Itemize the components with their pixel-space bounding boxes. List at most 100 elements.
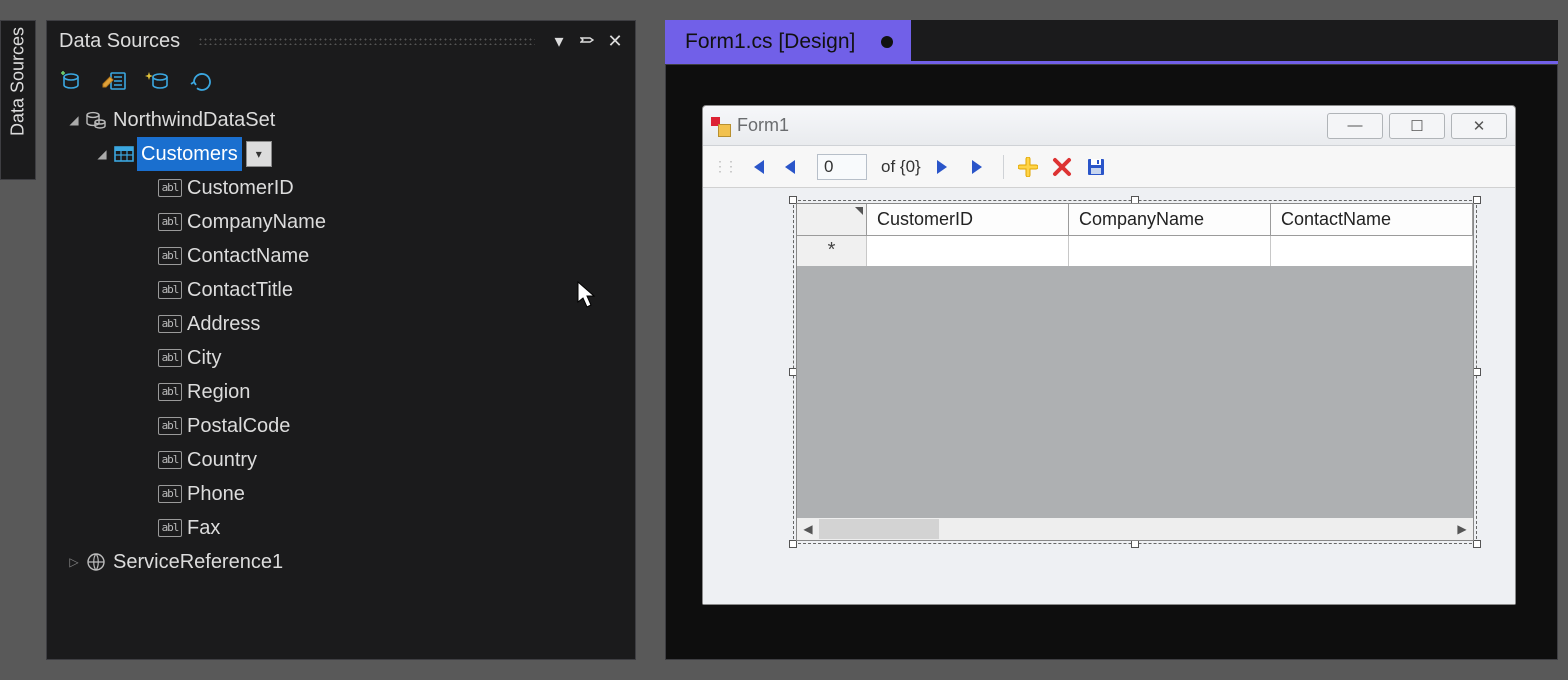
tree-label: PostalCode (183, 409, 294, 443)
move-first-button[interactable] (749, 158, 769, 176)
winform-form1[interactable]: Form1 — ☐ ✕ ⋮⋮ of {0} (702, 105, 1516, 605)
designer-surface[interactable]: Form1 — ☐ ✕ ⋮⋮ of {0} (665, 64, 1558, 660)
textfield-icon: abl (157, 417, 183, 435)
panel-toolbar (47, 61, 635, 99)
textfield-icon: abl (157, 519, 183, 537)
tree-node-column[interactable]: ablPhone (47, 477, 635, 511)
tree-node-column[interactable]: ablContactTitle (47, 273, 635, 307)
winform-client-area[interactable]: CustomerID CompanyName ContactName * (703, 188, 1515, 604)
tree-node-column[interactable]: ablContactName (47, 239, 635, 273)
winform-titlebar: Form1 — ☐ ✕ (703, 106, 1515, 146)
grid-column-header[interactable]: CustomerID (867, 204, 1069, 235)
winform-title-text: Form1 (737, 115, 789, 136)
scroll-left-icon[interactable]: ◀ (797, 522, 819, 536)
document-tab-form1-design[interactable]: Form1.cs [Design] (665, 20, 911, 64)
minimize-button[interactable]: — (1327, 113, 1383, 139)
expand-caret-icon[interactable]: ▷ (65, 545, 83, 579)
refresh-icon[interactable] (189, 69, 215, 95)
grid-column-header[interactable]: ContactName (1271, 204, 1473, 235)
tree-node-table-customers[interactable]: ◢ Customers ▾ (47, 137, 635, 171)
add-data-source-icon[interactable] (57, 69, 83, 95)
panel-pin-icon[interactable] (577, 31, 597, 52)
unsaved-indicator-icon (881, 36, 893, 48)
resize-handle-se[interactable] (1473, 540, 1481, 548)
panel-menu-dropdown-icon[interactable]: ▾ (549, 31, 569, 52)
scrollbar-track[interactable] (819, 519, 1451, 539)
count-label: of {0} (881, 157, 921, 177)
tree-label: City (183, 341, 225, 375)
configure-data-source-wizard-icon[interactable] (145, 69, 171, 95)
tree-label: CustomerID (183, 171, 298, 205)
table-icon (111, 143, 137, 165)
expand-caret-icon[interactable]: ◢ (93, 137, 111, 171)
side-tab-label: Data Sources (8, 27, 29, 136)
tree-label: Customers (137, 137, 242, 171)
service-reference-icon (83, 551, 109, 573)
tree-node-column[interactable]: ablRegion (47, 375, 635, 409)
tree-label: Fax (183, 511, 224, 545)
tree-node-service-reference[interactable]: ▷ ServiceReference1 (47, 545, 635, 579)
position-input[interactable] (817, 154, 867, 180)
tree-node-column[interactable]: ablCity (47, 341, 635, 375)
tree-label: ServiceReference1 (109, 545, 287, 579)
tree-node-column[interactable]: ablPostalCode (47, 409, 635, 443)
grid-cell[interactable] (867, 236, 1069, 266)
tree-node-dataset[interactable]: ◢ NorthwindDataSet (47, 103, 635, 137)
toolbar-separator (1003, 155, 1004, 179)
textfield-icon: abl (157, 247, 183, 265)
horizontal-scrollbar[interactable]: ◀ ▶ (797, 518, 1473, 540)
new-row-indicator-icon: * (797, 236, 867, 266)
toolbar-grip-icon[interactable]: ⋮⋮ (713, 158, 735, 175)
scrollbar-thumb[interactable] (819, 519, 939, 539)
resize-handle-s[interactable] (1131, 540, 1139, 548)
scroll-right-icon[interactable]: ▶ (1451, 522, 1473, 536)
add-new-button[interactable] (1018, 157, 1038, 177)
move-last-button[interactable] (969, 158, 989, 176)
side-tab-data-sources[interactable]: Data Sources (0, 20, 36, 180)
panel-close-icon[interactable]: ✕ (605, 31, 625, 52)
tree-label: CompanyName (183, 205, 330, 239)
tree-node-column[interactable]: ablFax (47, 511, 635, 545)
drop-type-dropdown-icon[interactable]: ▾ (246, 141, 272, 167)
move-next-button[interactable] (935, 158, 955, 176)
edit-data-source-icon[interactable] (101, 69, 127, 95)
close-button[interactable]: ✕ (1451, 113, 1507, 139)
datagridview-header: CustomerID CompanyName ContactName (797, 204, 1473, 236)
save-button[interactable] (1086, 157, 1106, 177)
textfield-icon: abl (157, 451, 183, 469)
tree-label: NorthwindDataSet (109, 103, 279, 137)
datagridview-new-row[interactable]: * (797, 236, 1473, 266)
resize-handle-e[interactable] (1473, 368, 1481, 376)
maximize-button[interactable]: ☐ (1389, 113, 1445, 139)
document-tab-strip: Form1.cs [Design] (665, 20, 1558, 64)
resize-handle-ne[interactable] (1473, 196, 1481, 204)
datagridview[interactable]: CustomerID CompanyName ContactName * (796, 203, 1474, 541)
binding-navigator: ⋮⋮ of {0} (703, 146, 1515, 188)
tree-node-column[interactable]: ablCountry (47, 443, 635, 477)
tree-node-column[interactable]: ablAddress (47, 307, 635, 341)
panel-titlebar: Data Sources ▾ ✕ (47, 21, 635, 61)
tree-node-column[interactable]: ablCustomerID (47, 171, 635, 205)
grid-column-header[interactable]: CompanyName (1069, 204, 1271, 235)
tree-node-column[interactable]: ablCompanyName (47, 205, 635, 239)
textfield-icon: abl (157, 349, 183, 367)
expand-caret-icon[interactable]: ◢ (65, 103, 83, 137)
tree-label: ContactTitle (183, 273, 297, 307)
dataset-icon (83, 109, 109, 131)
grid-cell[interactable] (1069, 236, 1271, 266)
delete-button[interactable] (1052, 157, 1072, 177)
panel-grip[interactable] (198, 37, 535, 45)
panel-title-text: Data Sources (59, 30, 180, 53)
datagridview-empty-area (797, 266, 1473, 518)
control-selection-frame[interactable]: CustomerID CompanyName ContactName * (793, 200, 1477, 544)
textfield-icon: abl (157, 213, 183, 231)
tree-label: Country (183, 443, 261, 477)
move-previous-button[interactable] (783, 158, 803, 176)
data-sources-panel: Data Sources ▾ ✕ (46, 20, 636, 660)
tree-label: Region (183, 375, 254, 409)
data-source-tree: ◢ NorthwindDataSet ◢ Customers ▾ ablCust… (47, 99, 635, 579)
grid-select-all-corner[interactable] (797, 204, 867, 235)
grid-cell[interactable] (1271, 236, 1473, 266)
textfield-icon: abl (157, 281, 183, 299)
resize-handle-sw[interactable] (789, 540, 797, 548)
